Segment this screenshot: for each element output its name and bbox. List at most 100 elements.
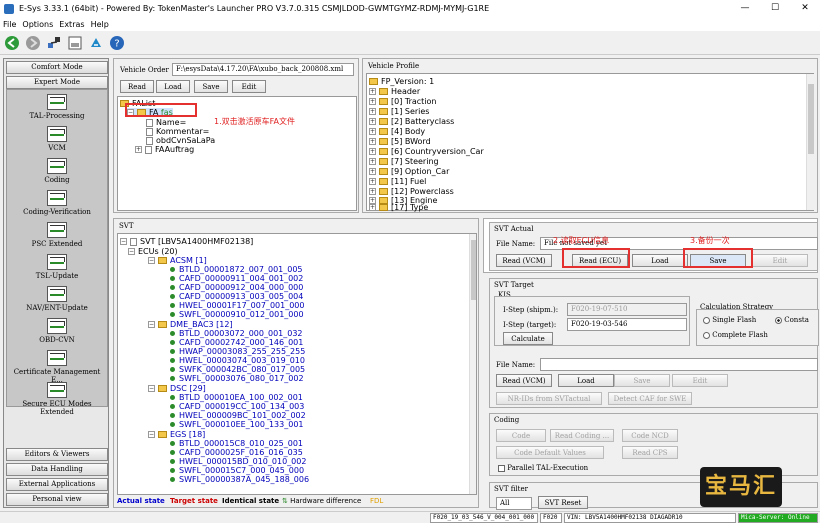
svt-entry[interactable]: CAFD_000019CC_100_134_003 bbox=[170, 402, 304, 411]
code-button[interactable]: Code bbox=[496, 429, 546, 442]
svt-reset-button[interactable]: SVT Reset bbox=[538, 496, 588, 509]
tree-node-name[interactable]: Name= bbox=[146, 118, 186, 127]
esys-icon[interactable] bbox=[87, 34, 105, 52]
tree-node-faauftrag[interactable]: + FAAuftrag bbox=[135, 145, 194, 154]
svt-entry[interactable]: HWAP_00003083_255_255_255 bbox=[170, 347, 305, 356]
nav-item-nav-ent-update[interactable]: NAV/ENT-Update bbox=[7, 286, 107, 312]
read-cps-button[interactable]: Read CPS bbox=[622, 446, 678, 459]
istep-shipm-select[interactable]: F020-19-07-510 bbox=[567, 303, 687, 316]
profile-item[interactable]: + [12] Powerclass bbox=[369, 187, 454, 196]
expert-mode-button[interactable]: Expert Mode bbox=[6, 76, 108, 89]
ecus-node[interactable]: − ECUs (20) bbox=[128, 247, 178, 256]
disk-icon[interactable] bbox=[66, 34, 84, 52]
profile-item[interactable]: + [11] Fuel bbox=[369, 177, 426, 186]
svt-entry[interactable]: CAFD_00002742_000_146_001 bbox=[170, 338, 303, 347]
svt-entry[interactable]: HWEL_000015BD_010_010_002 bbox=[170, 457, 306, 466]
svt-scrollbar[interactable] bbox=[469, 234, 476, 494]
code-default-values-button[interactable]: Code Default Values bbox=[496, 446, 604, 459]
menu-help[interactable]: Help bbox=[91, 20, 109, 29]
svt-entry[interactable]: SWFL_000015C7_000_045_000 bbox=[170, 466, 304, 475]
data-handling-button[interactable]: Data Handling bbox=[6, 463, 108, 476]
ecu-group-egs[interactable]: − EGS [18] bbox=[148, 430, 205, 439]
svt-filter-select[interactable]: All bbox=[496, 497, 532, 510]
svt-entry[interactable]: SWFL_00000910_012_001_000 bbox=[170, 310, 304, 319]
complete-flash-radio[interactable]: Complete Flash bbox=[703, 331, 768, 339]
load-fa-button[interactable]: Load bbox=[156, 80, 190, 93]
nav-item-coding[interactable]: Coding bbox=[7, 158, 107, 184]
svt-entry[interactable]: CAFD_00000912_004_000_000 bbox=[170, 283, 303, 292]
svt-entry[interactable]: SWFL_00000387A_045_188_006 bbox=[170, 475, 309, 484]
menu-extras[interactable]: Extras bbox=[59, 20, 84, 29]
svt-load-button[interactable]: Load bbox=[632, 254, 688, 267]
istep-target-select[interactable]: F020-19-03-546 bbox=[567, 318, 687, 331]
ecu-group-dme[interactable]: − DME_BAC3 [12] bbox=[148, 320, 233, 329]
svt-entry[interactable]: HWEL_00003074_003_019_010 bbox=[170, 356, 305, 365]
svt-edit-button[interactable]: Edit bbox=[752, 254, 808, 267]
nr-ids-button[interactable]: NR-IDs from SVTactual bbox=[496, 392, 602, 405]
svt-entry[interactable]: SWFL_00003076_080_017_002 bbox=[170, 374, 304, 383]
external-applications-button[interactable]: External Applications bbox=[6, 478, 108, 491]
tree-node-obdcvnsalapa[interactable]: obdCvnSaLaPa bbox=[146, 136, 215, 145]
svt-root-node[interactable]: − SVT [LBV5A1400HMF02138] bbox=[120, 237, 253, 246]
svt-entry[interactable]: CAFD_0000025F_016_016_035 bbox=[170, 448, 303, 457]
profile-item[interactable]: + Header bbox=[369, 87, 420, 96]
svt-entry[interactable]: BTLD_000015C8_010_025_001 bbox=[170, 439, 303, 448]
nav-item-obd-cvn[interactable]: OBD-CVN bbox=[7, 318, 107, 344]
nav-item-certificate-management[interactable]: Certificate Management E... bbox=[7, 350, 107, 384]
nav-item-coding-verification[interactable]: Coding-Verification bbox=[7, 190, 107, 216]
tree-node-kommentar[interactable]: Kommentar= bbox=[146, 127, 209, 136]
profile-item[interactable]: + [6] Countryversion_Car bbox=[369, 147, 484, 156]
calculate-button[interactable]: Calculate bbox=[503, 332, 553, 345]
target-read-vcm-button[interactable]: Read (VCM) bbox=[496, 374, 552, 387]
maximize-button[interactable]: ☐ bbox=[760, 0, 790, 17]
svt-read-vcm-button[interactable]: Read (VCM) bbox=[496, 254, 552, 267]
nav-item-vcm[interactable]: VCM bbox=[7, 126, 107, 152]
connect-icon[interactable] bbox=[45, 34, 63, 52]
profile-item[interactable]: + [9] Option_Car bbox=[369, 167, 449, 176]
constant-radio[interactable]: Consta bbox=[775, 316, 809, 324]
svt-entry[interactable]: HWEL_000009BC_101_002_002 bbox=[170, 411, 306, 420]
nav-item-tal-processing[interactable]: TAL-Processing bbox=[7, 94, 107, 120]
nav-item-secure-ecu-modes[interactable]: Secure ECU Modes Extended bbox=[7, 382, 107, 416]
target-edit-button[interactable]: Edit bbox=[672, 374, 728, 387]
parallel-tal-checkbox[interactable]: Parallel TAL-Execution bbox=[498, 464, 588, 472]
profile-item[interactable]: + [7] Steering bbox=[369, 157, 439, 166]
profile-item[interactable]: + [0] Traction bbox=[369, 97, 437, 106]
profile-item[interactable]: + [1] Series bbox=[369, 107, 429, 116]
editors-viewers-button[interactable]: Editors & Viewers bbox=[6, 448, 108, 461]
back-icon[interactable] bbox=[3, 34, 21, 52]
target-load-button[interactable]: Load bbox=[558, 374, 614, 387]
profile-item[interactable]: + [2] Batteryclass bbox=[369, 117, 454, 126]
close-button[interactable]: ✕ bbox=[790, 0, 820, 17]
detect-caf-button[interactable]: Detect CAF for SWE bbox=[608, 392, 692, 405]
profile-item[interactable]: + [17] Type bbox=[369, 203, 428, 212]
single-flash-radio[interactable]: Single Flash bbox=[703, 316, 756, 324]
edit-fa-button[interactable]: Edit bbox=[232, 80, 266, 93]
svt-entry[interactable]: SWFK_000042BC_080_017_005 bbox=[170, 365, 305, 374]
svt-target-file-field[interactable] bbox=[540, 358, 818, 371]
nav-item-psc-extended[interactable]: PSC Extended bbox=[7, 222, 107, 248]
target-save-button[interactable]: Save bbox=[614, 374, 670, 387]
svt-entry[interactable]: CAFD_00000911_004_001_002 bbox=[170, 274, 303, 283]
read-fa-button[interactable]: Read bbox=[120, 80, 154, 93]
comfort-mode-button[interactable]: Comfort Mode bbox=[6, 61, 108, 74]
profile-scrollbar[interactable] bbox=[806, 74, 814, 210]
read-coding-button[interactable]: Read Coding ... bbox=[550, 429, 614, 442]
save-fa-button[interactable]: Save bbox=[194, 80, 228, 93]
profile-item[interactable]: + [4] Body bbox=[369, 127, 425, 136]
fp-version-node[interactable]: FP_Version: 1 bbox=[369, 77, 434, 86]
help-icon[interactable]: ? bbox=[108, 34, 126, 52]
ecu-group-acsm[interactable]: − ACSM [1] bbox=[148, 256, 207, 265]
svt-entry[interactable]: SWFL_000010EE_100_133_001 bbox=[170, 420, 304, 429]
svt-entry[interactable]: BTLD_000010EA_100_002_001 bbox=[170, 393, 303, 402]
forward-icon[interactable] bbox=[24, 34, 42, 52]
code-ncd-button[interactable]: Code NCD bbox=[622, 429, 678, 442]
svt-entry[interactable]: BTLD_00003072_000_001_032 bbox=[170, 329, 303, 338]
nav-item-tsl-update[interactable]: TSL-Update bbox=[7, 254, 107, 280]
svt-entry[interactable]: HWEL_00001F17_007_001_000 bbox=[170, 301, 304, 310]
menu-options[interactable]: Options bbox=[22, 20, 53, 29]
ecu-group-dsc[interactable]: − DSC [29] bbox=[148, 384, 206, 393]
svt-entry[interactable]: CAFD_00000913_003_005_004 bbox=[170, 292, 303, 301]
personal-view-button[interactable]: Personal view bbox=[6, 493, 108, 506]
minimize-button[interactable]: — bbox=[730, 0, 760, 17]
